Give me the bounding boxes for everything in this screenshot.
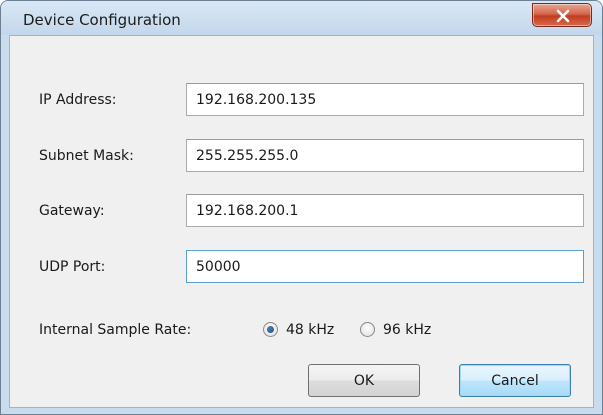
- subnet-mask-input[interactable]: [186, 139, 584, 172]
- ip-address-input[interactable]: [186, 83, 584, 116]
- radio-96khz[interactable]: [360, 322, 375, 337]
- title-bar[interactable]: Device Configuration: [1, 1, 602, 35]
- cancel-button[interactable]: Cancel: [459, 364, 571, 397]
- radio-48khz[interactable]: [263, 322, 278, 337]
- udp-port-input[interactable]: [186, 250, 584, 283]
- close-icon: [556, 9, 570, 23]
- subnet-mask-label: Subnet Mask:: [39, 148, 134, 164]
- field-row-udp-port: UDP Port:: [10, 250, 593, 284]
- dialog-body: IP Address: Subnet Mask: Gateway: UDP Po…: [9, 35, 594, 408]
- field-row-gateway: Gateway:: [10, 194, 593, 228]
- window-title: Device Configuration: [23, 11, 181, 29]
- field-row-ip-address: IP Address:: [10, 83, 593, 117]
- gateway-input[interactable]: [186, 194, 584, 227]
- sample-rate-group: Internal Sample Rate: 48 kHz 96 kHz: [10, 318, 593, 342]
- radio-selected-dot: [267, 326, 274, 333]
- radio-48khz-label[interactable]: 48 kHz: [286, 322, 334, 338]
- radio-96khz-label[interactable]: 96 kHz: [383, 322, 431, 338]
- field-row-subnet-mask: Subnet Mask:: [10, 139, 593, 173]
- sample-rate-label: Internal Sample Rate:: [39, 322, 192, 338]
- ok-button[interactable]: OK: [308, 364, 420, 397]
- udp-port-label: UDP Port:: [39, 259, 106, 275]
- gateway-label: Gateway:: [39, 203, 105, 219]
- close-button[interactable]: [532, 3, 592, 27]
- dialog-window: Device Configuration IP Address: Subnet …: [0, 0, 603, 415]
- ip-address-label: IP Address:: [39, 92, 117, 108]
